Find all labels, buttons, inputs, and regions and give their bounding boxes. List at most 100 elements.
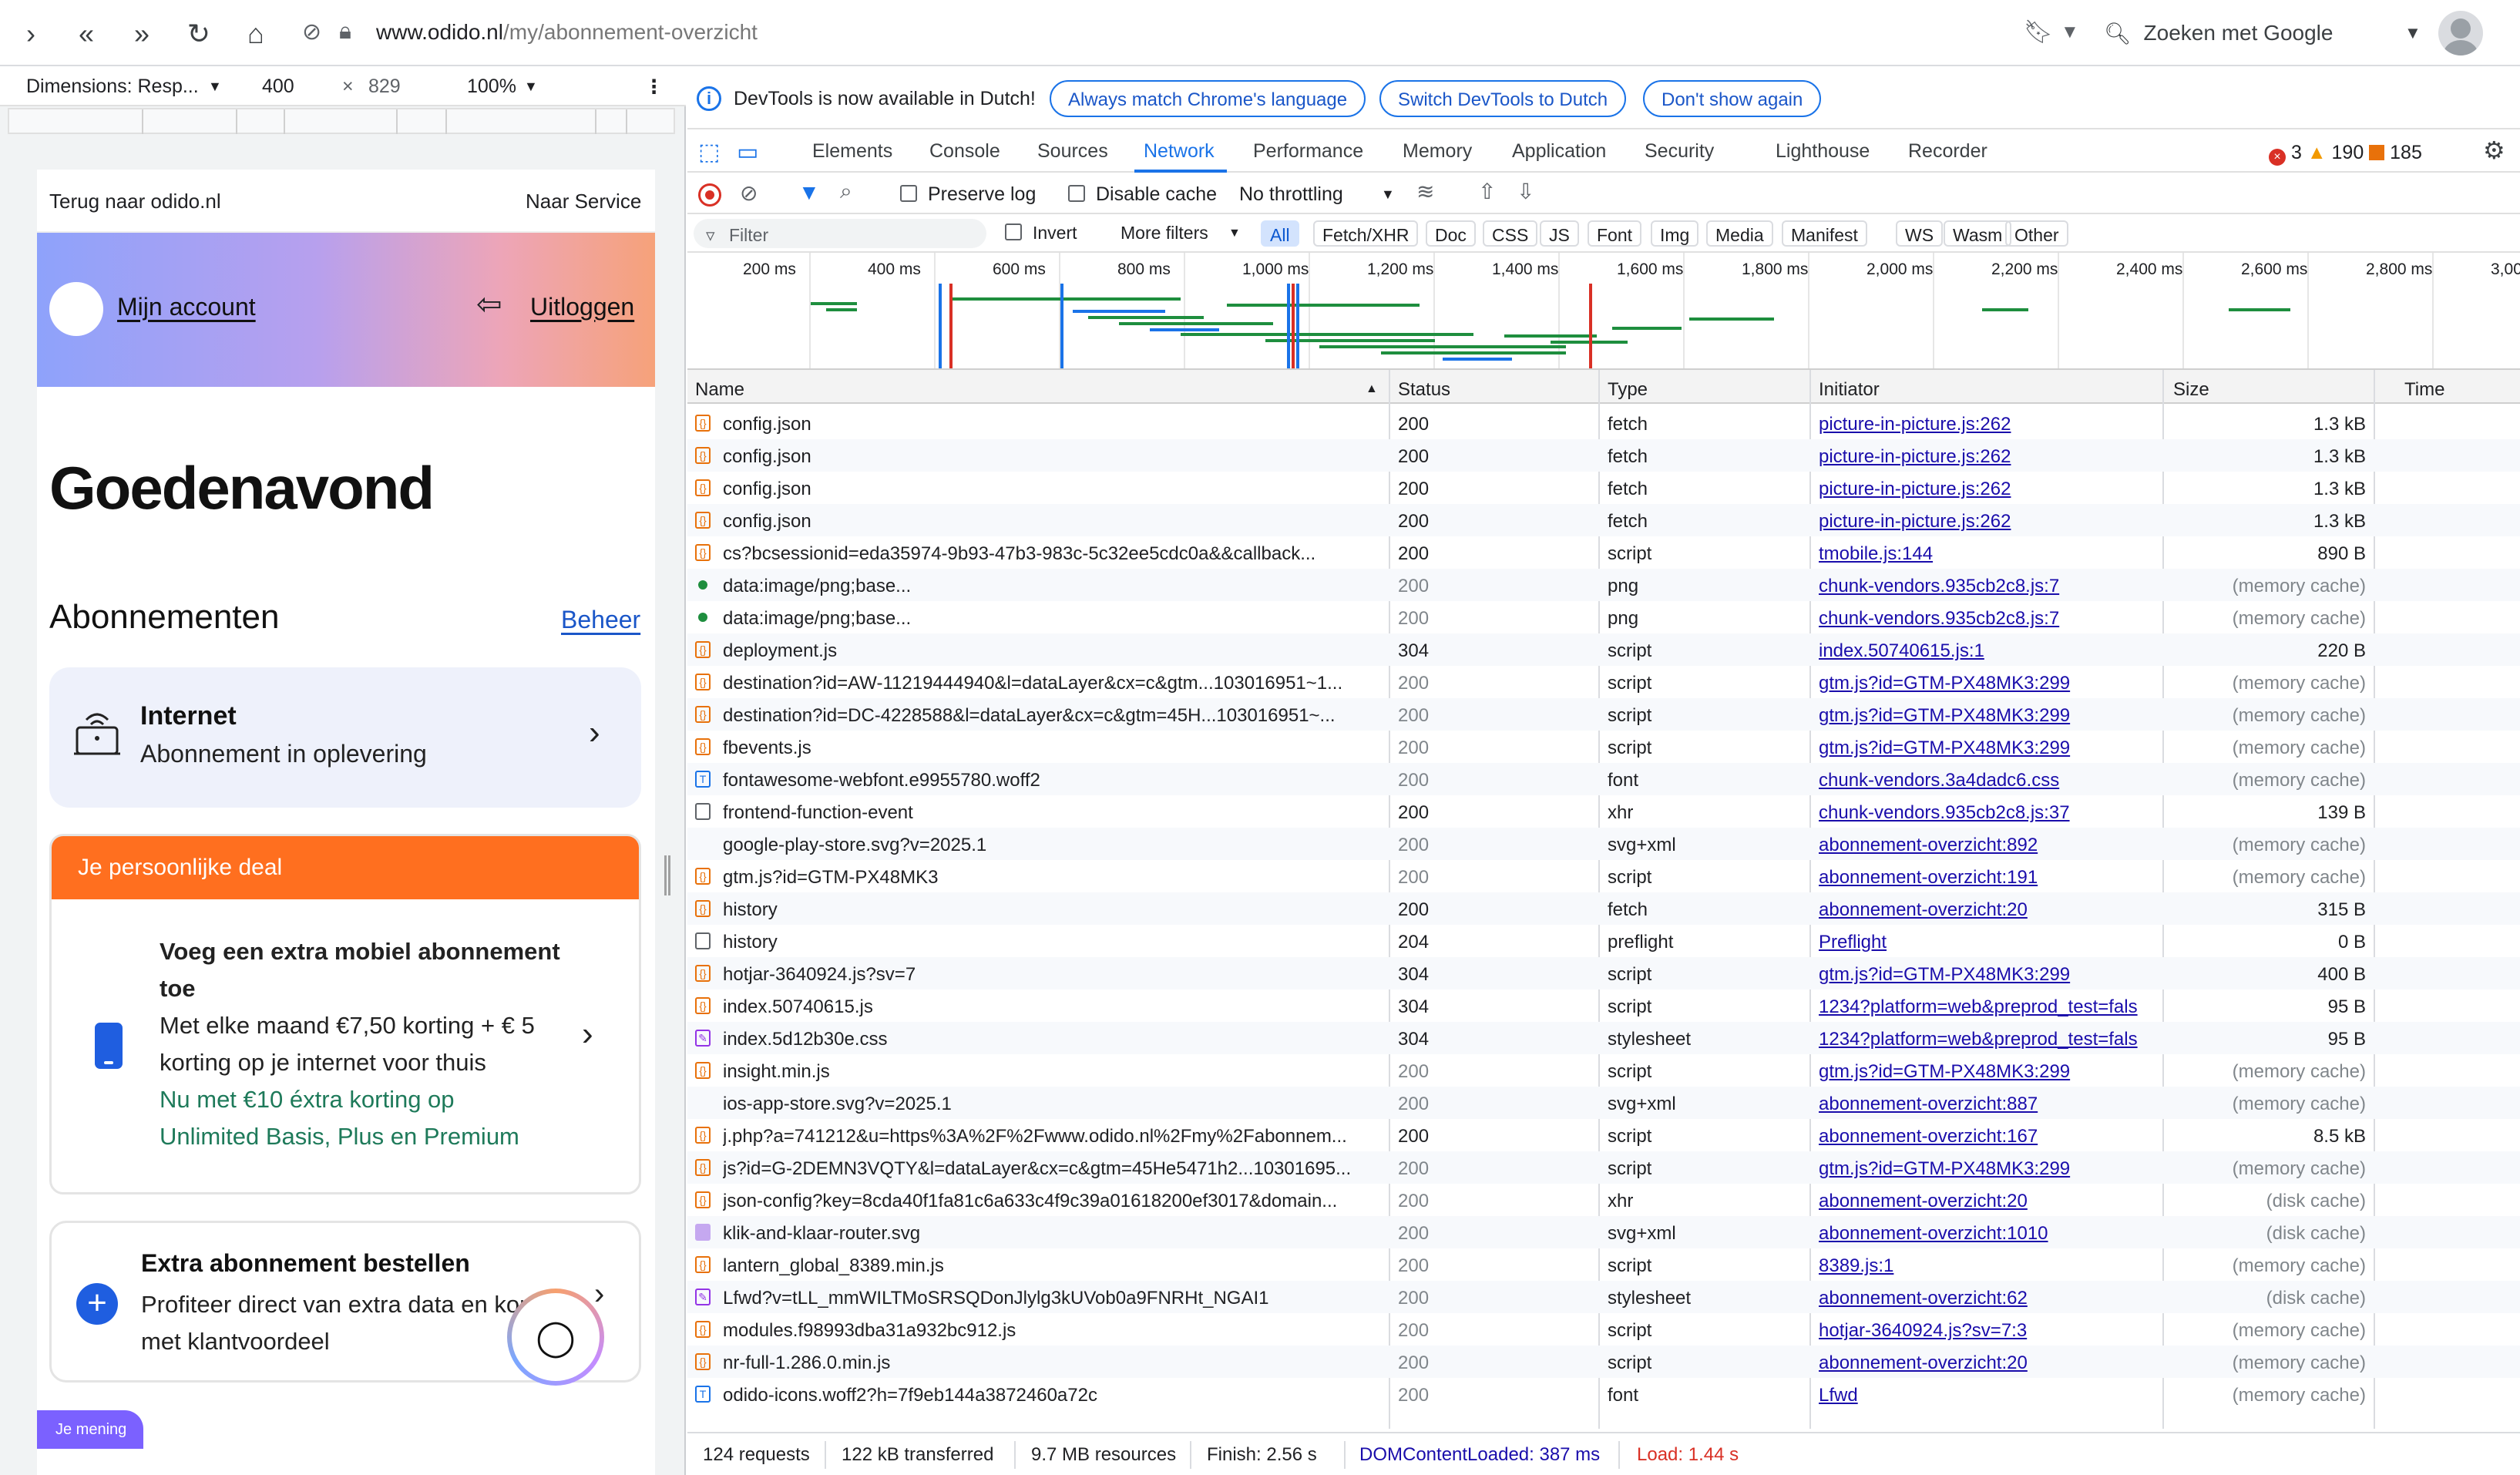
resize-handle-vertical[interactable] — [664, 855, 670, 895]
filter-css[interactable]: CSS — [1483, 220, 1538, 247]
table-row[interactable]: {} fbevents.js 200 script gtm.js?id=GTM-PX48… — [687, 731, 2520, 763]
profile-avatar[interactable] — [2438, 11, 2483, 55]
table-row[interactable]: {} destination?id=DC-4228588&l=dataLayer&… — [687, 698, 2520, 731]
chat-button[interactable]: ◯ — [507, 1289, 604, 1386]
manage-link[interactable]: Beheer — [561, 606, 640, 634]
reload-icon[interactable]: ↻ — [179, 14, 219, 54]
request-name[interactable]: lantern_global_8389.min.js — [723, 1255, 1379, 1277]
table-row[interactable]: {} deployment.js 304 script index.50740615.j… — [687, 633, 2520, 666]
filter-doc[interactable]: Doc — [1426, 220, 1476, 247]
network-overview-timeline[interactable]: 200 ms 400 ms 600 ms 800 ms 1,000 ms 1,200 ms… — [687, 253, 2520, 370]
request-initiator[interactable]: abonnement-overzicht:20 — [1819, 899, 2158, 921]
table-row[interactable]: {} lantern_global_8389.min.js 200 script 838… — [687, 1248, 2520, 1281]
table-row[interactable]: {} gtm.js?id=GTM-PX48MK3 200 script abonneme… — [687, 860, 2520, 892]
request-name[interactable]: json-config?key=8cda40f1fa81c6a633c4f9c3… — [723, 1191, 1379, 1212]
table-row[interactable]: {} modules.f98993dba31a932bc912.js 200 scri… — [687, 1313, 2520, 1346]
table-row[interactable]: frontend-function-event 200 xhr chunk-vendo… — [687, 795, 2520, 828]
settings-gear-icon[interactable]: ⚙ — [2483, 136, 2505, 165]
request-name[interactable]: destination?id=DC-4228588&l=dataLayer&cx… — [723, 705, 1379, 727]
request-name[interactable]: Lfwd?v=tLL_mmWILTMoSRSQDonJlylg3kUVob0a9… — [723, 1288, 1379, 1309]
request-name[interactable]: index.5d12b30e.css — [723, 1029, 1379, 1050]
forward-icon[interactable]: » — [122, 14, 162, 54]
request-initiator[interactable]: abonnement-overzicht:191 — [1819, 867, 2158, 889]
request-name[interactable]: config.json — [723, 446, 1379, 468]
request-initiator[interactable]: chunk-vendors.3a4dadc6.css — [1819, 770, 2158, 791]
request-initiator[interactable]: gtm.js?id=GTM-PX48MK3:299 — [1819, 705, 2158, 727]
request-initiator[interactable]: picture-in-picture.js:262 — [1819, 479, 2158, 500]
request-name[interactable]: klik-and-klaar-router.svg — [723, 1223, 1379, 1245]
table-row[interactable]: {} j.php?a=741212&u=https%3A%2F%2Fwww.odi… — [687, 1119, 2520, 1151]
request-initiator[interactable]: abonnement-overzicht:20 — [1819, 1191, 2158, 1212]
tab-lighthouse[interactable]: Lighthouse — [1776, 140, 1870, 163]
site-settings-icon[interactable]: ⊘ — [302, 18, 321, 45]
table-row[interactable]: {} destination?id=AW-11219444940&l=dataLa… — [687, 666, 2520, 698]
request-name[interactable]: odido-icons.woff2?h=7f9eb144a3872460a72c — [723, 1385, 1379, 1406]
request-initiator[interactable]: abonnement-overzicht:892 — [1819, 835, 2158, 856]
request-name[interactable]: history — [723, 932, 1379, 953]
media-query-ruler[interactable] — [8, 108, 675, 134]
request-initiator[interactable]: abonnement-overzicht:887 — [1819, 1094, 2158, 1115]
request-initiator[interactable]: 1234?platform=web&preprod_test=fals — [1819, 1029, 2158, 1050]
height-input[interactable]: 829 — [368, 76, 401, 98]
request-name[interactable]: fontawesome-webfont.e9955780.woff2 — [723, 770, 1379, 791]
more-options-icon[interactable]: ⋮ — [644, 76, 664, 99]
filter-media[interactable]: Media — [1706, 220, 1773, 247]
request-list[interactable]: {} config.json 200 fetch picture-in-picture.… — [687, 404, 2520, 1475]
filter-img[interactable]: Img — [1651, 220, 1699, 247]
request-initiator[interactable]: abonnement-overzicht:20 — [1819, 1352, 2158, 1374]
chevron-down-icon[interactable]: ▼ — [1381, 186, 1395, 203]
column-status[interactable]: Status — [1398, 379, 1450, 401]
filter-wasm[interactable]: Wasm — [1944, 220, 2012, 247]
tab-network[interactable]: Network — [1144, 140, 1215, 163]
preserve-log-checkbox[interactable] — [900, 185, 917, 202]
table-row[interactable]: {} insight.min.js 200 script gtm.js?id=GTM-P… — [687, 1054, 2520, 1087]
request-name[interactable]: deployment.js — [723, 640, 1379, 662]
filter-manifest[interactable]: Manifest — [1782, 220, 1867, 247]
tab-recorder[interactable]: Recorder — [1908, 140, 1987, 163]
table-row[interactable]: {} config.json 200 fetch picture-in-picture.… — [687, 407, 2520, 439]
request-initiator[interactable]: gtm.js?id=GTM-PX48MK3:299 — [1819, 738, 2158, 759]
request-name[interactable]: modules.f98993dba31a932bc912.js — [723, 1320, 1379, 1342]
table-row[interactable]: data:image/png;base... 200 png chunk-vendor… — [687, 569, 2520, 601]
request-name[interactable]: config.json — [723, 414, 1379, 435]
chevron-down-icon[interactable]: ▼ — [208, 79, 222, 95]
request-name[interactable]: j.php?a=741212&u=https%3A%2F%2Fwww.odido… — [723, 1126, 1379, 1147]
table-row[interactable]: {} nr-full-1.286.0.min.js 200 script abonnem… — [687, 1346, 2520, 1378]
record-stop-icon[interactable] — [698, 183, 721, 207]
request-name[interactable]: history — [723, 899, 1379, 921]
request-name[interactable]: frontend-function-event — [723, 802, 1379, 824]
request-initiator[interactable]: abonnement-overzicht:167 — [1819, 1126, 2158, 1147]
request-initiator[interactable]: 8389.js:1 — [1819, 1255, 2158, 1277]
request-initiator[interactable]: hotjar-3640924.js?sv=7:3 — [1819, 1320, 2158, 1342]
request-name[interactable]: insight.min.js — [723, 1061, 1379, 1083]
chevron-down-icon[interactable]: ▼ — [2404, 23, 2421, 43]
request-initiator[interactable]: picture-in-picture.js:262 — [1819, 414, 2158, 435]
request-initiator[interactable]: chunk-vendors.935cb2c8.js:7 — [1819, 608, 2158, 630]
device-toolbar-icon[interactable]: ▭ — [737, 139, 758, 166]
request-initiator[interactable]: gtm.js?id=GTM-PX48MK3:299 — [1819, 673, 2158, 694]
table-row[interactable]: klik-and-klaar-router.svg 200 svg+xml abonn… — [687, 1216, 2520, 1248]
filter-all[interactable]: All — [1261, 220, 1299, 247]
request-name[interactable]: ios-app-store.svg?v=2025.1 — [723, 1094, 1379, 1115]
table-row[interactable]: ios-app-store.svg?v=2025.1 200 svg+xml abon… — [687, 1087, 2520, 1119]
request-name[interactable]: nr-full-1.286.0.min.js — [723, 1352, 1379, 1374]
request-name[interactable]: js?id=G-2DEMN3VQTY&l=dataLayer&cx=c&gtm=… — [723, 1158, 1379, 1180]
request-name[interactable]: hotjar-3640924.js?sv=7 — [723, 964, 1379, 986]
request-initiator[interactable]: Preflight — [1819, 932, 2158, 953]
tab-memory[interactable]: Memory — [1403, 140, 1472, 163]
request-initiator[interactable]: gtm.js?id=GTM-PX48MK3:299 — [1819, 964, 2158, 986]
request-initiator[interactable]: abonnement-overzicht:1010 — [1819, 1223, 2158, 1245]
table-row[interactable]: history 204 preflight Preflight 0 B — [687, 925, 2520, 957]
lock-icon[interactable]: 🔒︎ — [339, 18, 351, 45]
table-row[interactable]: {} config.json 200 fetch picture-in-picture.… — [687, 472, 2520, 504]
tab-sources[interactable]: Sources — [1037, 140, 1108, 163]
request-initiator[interactable]: picture-in-picture.js:262 — [1819, 446, 2158, 468]
request-name[interactable]: destination?id=AW-11219444940&l=dataLaye… — [723, 673, 1379, 694]
tab-security[interactable]: Security — [1645, 140, 1714, 163]
search-engine-box[interactable]: 🔍︎ Zoeken met Google ▼ — [2104, 9, 2428, 57]
request-initiator[interactable]: chunk-vendors.935cb2c8.js:37 — [1819, 802, 2158, 824]
request-initiator[interactable]: chunk-vendors.935cb2c8.js:7 — [1819, 576, 2158, 597]
request-initiator[interactable]: gtm.js?id=GTM-PX48MK3:299 — [1819, 1061, 2158, 1083]
filter-funnel-icon[interactable]: ▼ — [798, 180, 820, 205]
chevron-down-icon[interactable]: ▼ — [524, 79, 538, 95]
